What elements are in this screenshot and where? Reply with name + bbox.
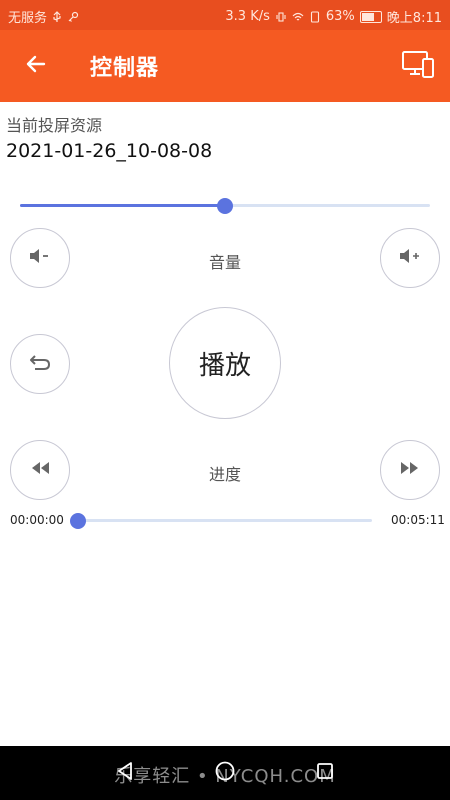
app-bar: 控制器 <box>0 30 450 102</box>
screen-cast-button[interactable] <box>398 46 438 86</box>
nav-recent-icon <box>314 760 336 786</box>
key-icon <box>67 11 79 23</box>
play-button-label: 播放 <box>198 350 251 381</box>
vibrate-icon <box>275 11 287 23</box>
carrier-text: 无服务 <box>8 11 48 26</box>
sim-icon <box>309 10 321 23</box>
status-right: 3.3 K/s 63% 晚上8:11 <box>225 7 442 26</box>
arrow-left-icon <box>24 52 48 80</box>
clock: 晚上8:11 <box>386 11 442 26</box>
current-time: 00:00:00 <box>10 513 64 527</box>
volume-up-button[interactable] <box>380 228 440 288</box>
usb-icon <box>51 10 63 23</box>
return-icon <box>27 352 53 376</box>
progress-track <box>78 519 372 522</box>
play-button[interactable]: 播放 <box>169 307 281 419</box>
progress-thumb[interactable] <box>70 513 86 529</box>
battery-icon <box>359 10 382 23</box>
navigation-bar <box>0 746 450 800</box>
volume-thumb[interactable] <box>217 198 233 214</box>
return-button[interactable] <box>10 334 70 394</box>
nav-home-icon <box>214 760 236 786</box>
nav-recent-button[interactable] <box>312 760 338 786</box>
network-speed: 3.3 K/s <box>225 9 270 24</box>
total-time: 00:05:11 <box>391 513 445 527</box>
nav-home-button[interactable] <box>212 760 238 786</box>
page-title: 控制器 <box>90 56 160 81</box>
source-value: 2021-01-26_10-08-08 <box>6 140 213 162</box>
volume-slider[interactable] <box>20 195 430 217</box>
fast-forward-button[interactable] <box>380 440 440 500</box>
nav-back-button[interactable] <box>112 760 138 786</box>
status-left: 无服务 <box>8 7 79 26</box>
volume-fill <box>20 204 225 207</box>
screen-cast-icon <box>401 49 435 83</box>
back-button[interactable] <box>18 48 54 84</box>
wifi-icon <box>292 11 304 23</box>
controller-screen: 无服务 3.3 K/s 63% 晚上8:11 控制器 当前投屏资源 2021-0… <box>0 0 450 800</box>
fast-forward-icon <box>398 460 422 480</box>
nav-back-icon <box>114 760 136 786</box>
source-label: 当前投屏资源 <box>6 116 103 135</box>
battery-percent: 63% <box>325 9 355 24</box>
volume-up-icon <box>398 246 422 270</box>
status-bar: 无服务 3.3 K/s 63% 晚上8:11 <box>0 0 450 30</box>
progress-slider[interactable] <box>70 510 372 532</box>
